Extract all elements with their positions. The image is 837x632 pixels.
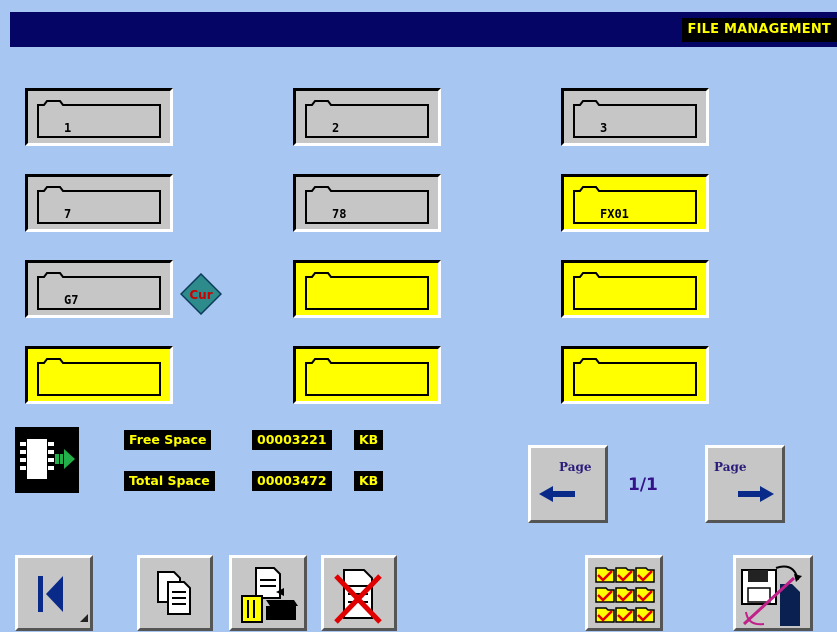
folder-slot-7[interactable]: G7 (25, 260, 173, 318)
folder-icon (37, 272, 161, 310)
total-space-unit: KB (354, 471, 384, 491)
folder-label: 1 (64, 121, 72, 135)
save-button[interactable] (733, 555, 813, 631)
select-all-icon (595, 567, 655, 623)
folder-icon (573, 100, 697, 138)
skip-back-icon (38, 576, 88, 622)
free-space-value: 00003221 (252, 430, 332, 450)
folder-label: FX01 (600, 207, 629, 221)
folder-label: 3 (600, 121, 608, 135)
folder-icon (573, 272, 697, 310)
copy-icon (157, 571, 191, 615)
folder-icon (37, 100, 161, 138)
folder-slot-1[interactable]: 1 (25, 88, 173, 146)
folder-icon (37, 186, 161, 224)
file-transfer-icon (241, 567, 298, 623)
folder-slot-6[interactable]: FX01 (561, 174, 709, 232)
free-space-unit: KB (354, 430, 384, 450)
arrow-right-icon (738, 486, 774, 502)
folder-icon (573, 358, 697, 396)
delete-file-icon (334, 569, 382, 624)
folder-slot-5[interactable]: 78 (293, 174, 441, 232)
page-title: FILE MANAGEMENT (681, 18, 837, 42)
first-page-button[interactable] (15, 555, 93, 631)
folder-slot-4[interactable]: 7 (25, 174, 173, 232)
delete-button[interactable] (321, 555, 397, 631)
current-file-marker: Cur (180, 273, 222, 315)
copy-button[interactable] (137, 555, 213, 631)
folder-icon (305, 272, 429, 310)
folder-icon (305, 358, 429, 396)
folder-label: 78 (332, 207, 347, 221)
folder-icon (573, 186, 697, 224)
folder-label: G7 (64, 293, 79, 307)
page-prev-button[interactable]: Page (528, 445, 608, 523)
folder-slot-2[interactable]: 2 (293, 88, 441, 146)
save-disk-icon (741, 565, 802, 626)
select-all-button[interactable] (585, 555, 663, 631)
folder-icon (37, 358, 161, 396)
folder-slot-3[interactable]: 3 (561, 88, 709, 146)
free-space-label: Free Space (124, 430, 212, 450)
total-space-value: 00003472 (252, 471, 332, 491)
folder-icon (305, 186, 429, 224)
header-bar: FILE MANAGEMENT (10, 12, 837, 47)
folder-icon (305, 100, 429, 138)
folder-slot-12[interactable] (561, 346, 709, 404)
page-next-button[interactable]: Page (705, 445, 785, 523)
folder-slot-10[interactable] (25, 346, 173, 404)
folder-slot-8[interactable] (293, 260, 441, 318)
folder-label: 2 (332, 121, 340, 135)
total-space-label: Total Space (124, 471, 215, 491)
page-indicator: 1/1 (628, 475, 658, 495)
folder-label: 7 (64, 207, 72, 221)
folder-slot-9[interactable] (561, 260, 709, 318)
arrow-left-icon (539, 486, 575, 502)
backup-button[interactable] (229, 555, 307, 631)
memory-chip-icon (15, 427, 79, 493)
folder-slot-11[interactable] (293, 346, 441, 404)
current-marker-text: Cur (189, 288, 212, 302)
